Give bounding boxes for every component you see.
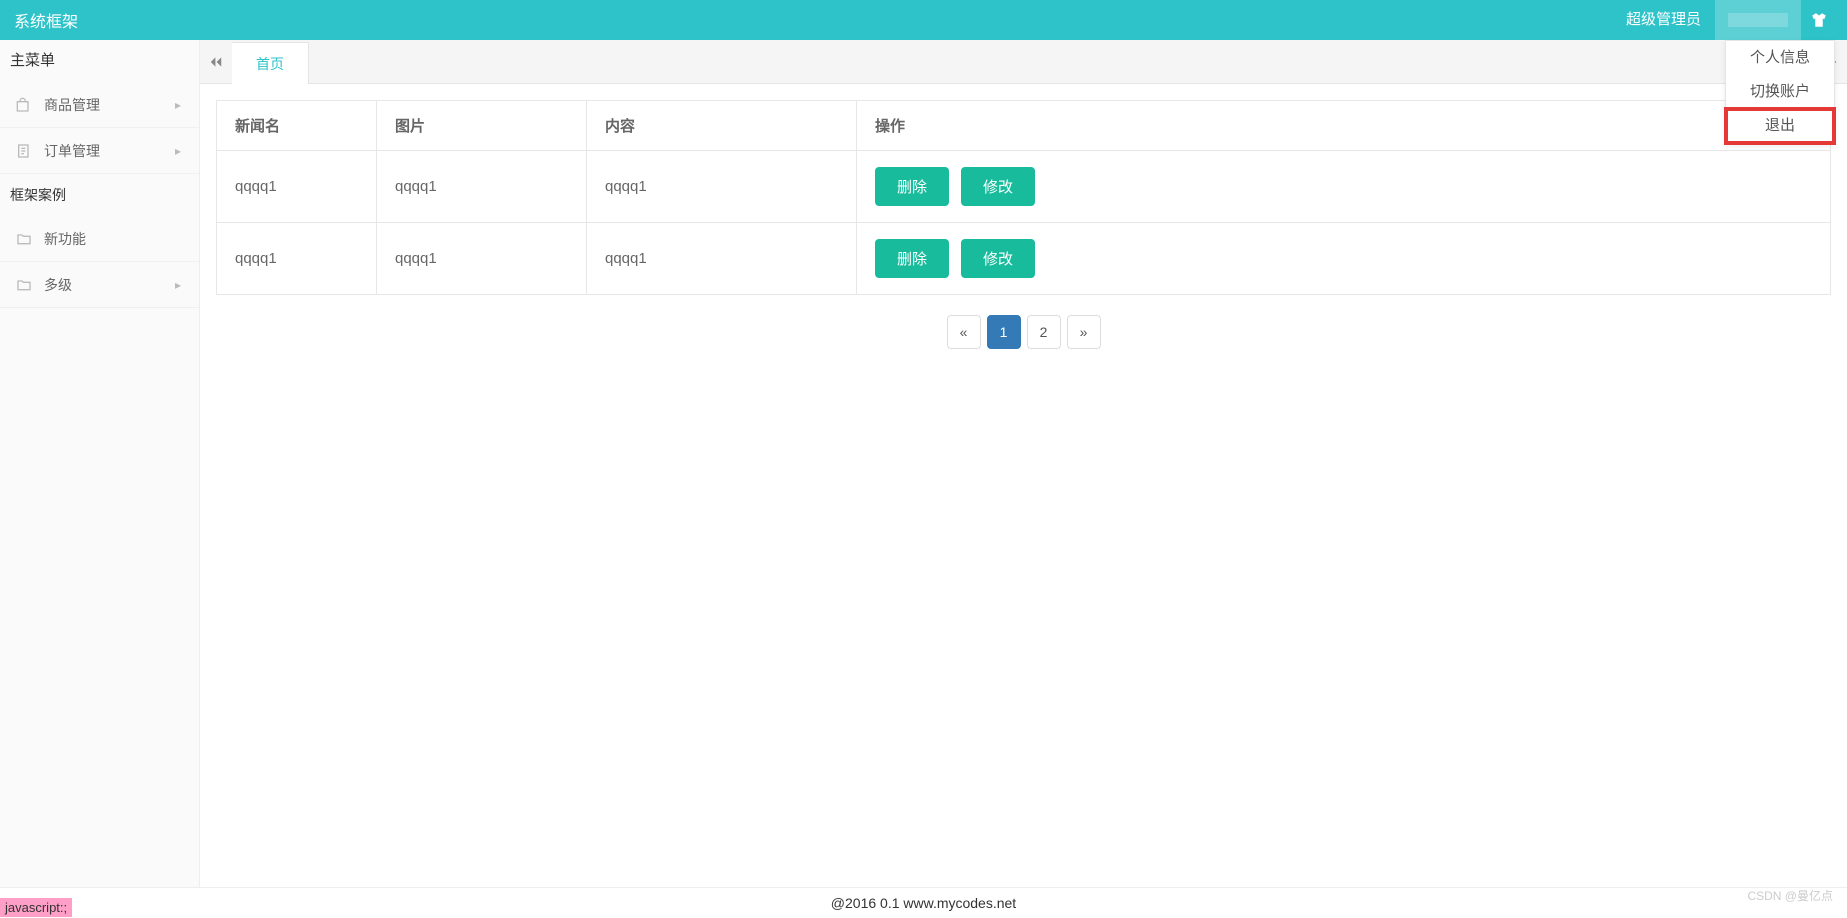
th-content: 内容 [587, 101, 857, 151]
edit-button[interactable]: 修改 [961, 167, 1035, 206]
dropdown-profile[interactable]: 个人信息 [1726, 41, 1834, 75]
cell-actions: 删除修改 [857, 223, 1831, 295]
chevron-right-icon: ▸ [175, 262, 181, 308]
cell-actions: 删除修改 [857, 151, 1831, 223]
page-1[interactable]: 1 [987, 315, 1021, 349]
sidebar-item-label: 订单管理 [44, 128, 100, 174]
tabs-scroll-left[interactable] [200, 40, 232, 84]
page-2[interactable]: 2 [1027, 315, 1061, 349]
sidebar-section-title: 框架案例 [0, 174, 199, 216]
main-container: 主菜单 商品管理 ▸ 订单管理 ▸ 框架案例 新功能 多 [0, 40, 1847, 887]
footer: @2016 0.1 www.mycodes.net CSDN @曼亿点 [0, 887, 1847, 917]
folder-icon [16, 277, 36, 293]
sidebar-item-products[interactable]: 商品管理 ▸ [0, 82, 199, 128]
cell-image: qqqq1 [377, 151, 587, 223]
bag-icon [16, 97, 36, 113]
cell-image: qqqq1 [377, 223, 587, 295]
data-table: 新闻名 图片 内容 操作 qqqq1qqqq1qqqq1删除修改qqqq1qqq… [216, 100, 1831, 295]
sidebar-item-label: 新功能 [44, 216, 86, 262]
delete-button[interactable]: 删除 [875, 167, 949, 206]
cell-name: qqqq1 [217, 223, 377, 295]
th-image: 图片 [377, 101, 587, 151]
pagination: « 12 » [216, 315, 1831, 349]
tab-home[interactable]: 首页 [232, 42, 309, 84]
sidebar-item-label: 多级 [44, 262, 72, 308]
sidebar-item-label: 商品管理 [44, 82, 100, 128]
app-header: 系统框架 超级管理员 [0, 0, 1847, 40]
sidebar: 主菜单 商品管理 ▸ 订单管理 ▸ 框架案例 新功能 多 [0, 40, 200, 887]
tabs-bar: 首页 [200, 40, 1847, 84]
cell-name: qqqq1 [217, 151, 377, 223]
cell-content: qqqq1 [587, 151, 857, 223]
user-dropdown-menu: 个人信息 切换账户 退出 [1725, 40, 1835, 144]
admin-label: 超级管理员 [1612, 0, 1715, 40]
table-header-row: 新闻名 图片 内容 操作 [217, 101, 1831, 151]
page-prev[interactable]: « [947, 315, 981, 349]
sidebar-item-newfeature[interactable]: 新功能 [0, 216, 199, 262]
user-dropdown-toggle[interactable] [1715, 0, 1801, 40]
page-next[interactable]: » [1067, 315, 1101, 349]
user-avatar-placeholder [1728, 13, 1788, 27]
main-area: 首页 新闻名 图片 内容 操作 qqqq1qqqq1qqqq1删除修改qqqq1… [200, 40, 1847, 887]
footer-watermark: CSDN @曼亿点 [1747, 881, 1833, 911]
dropdown-logout[interactable]: 退出 [1726, 109, 1834, 143]
cell-content: qqqq1 [587, 223, 857, 295]
chevron-right-icon: ▸ [175, 128, 181, 174]
app-title: 系统框架 [10, 8, 78, 32]
folder-icon [16, 231, 36, 247]
sidebar-item-orders[interactable]: 订单管理 ▸ [0, 128, 199, 174]
content-area: 新闻名 图片 内容 操作 qqqq1qqqq1qqqq1删除修改qqqq1qqq… [200, 84, 1847, 887]
sidebar-item-multilevel[interactable]: 多级 ▸ [0, 262, 199, 308]
table-row: qqqq1qqqq1qqqq1删除修改 [217, 223, 1831, 295]
footer-text: @2016 0.1 www.mycodes.net [831, 895, 1016, 911]
table-row: qqqq1qqqq1qqqq1删除修改 [217, 151, 1831, 223]
th-name: 新闻名 [217, 101, 377, 151]
dropdown-switch-account[interactable]: 切换账户 [1726, 75, 1834, 109]
status-corner: javascript:; [0, 898, 72, 917]
chevron-right-icon: ▸ [175, 82, 181, 128]
document-icon [16, 143, 36, 159]
shirt-icon[interactable] [1801, 11, 1837, 29]
sidebar-main-title: 主菜单 [0, 40, 199, 82]
delete-button[interactable]: 删除 [875, 239, 949, 278]
th-action: 操作 [857, 101, 1831, 151]
edit-button[interactable]: 修改 [961, 239, 1035, 278]
header-right: 超级管理员 [1612, 0, 1837, 40]
